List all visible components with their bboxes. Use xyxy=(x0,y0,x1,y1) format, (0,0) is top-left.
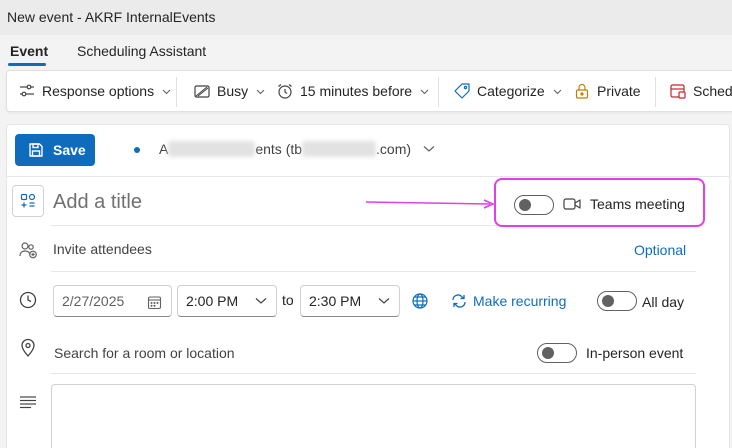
apps-icon xyxy=(20,193,36,208)
location-input[interactable]: Search for a room or location xyxy=(54,345,235,361)
divider xyxy=(51,271,696,272)
categorize-dropdown[interactable]: Categorize xyxy=(453,71,562,111)
tab-scheduling-assistant[interactable]: Scheduling Assistant xyxy=(77,43,206,59)
all-day-toggle[interactable] xyxy=(597,291,637,311)
redacted-text xyxy=(168,141,256,157)
redacted-text xyxy=(302,141,377,157)
save-label: Save xyxy=(53,142,86,158)
make-recurring-button[interactable]: Make recurring xyxy=(473,293,566,309)
clock-icon xyxy=(18,290,38,310)
save-icon xyxy=(29,143,43,157)
start-date-picker[interactable]: 2/27/2025 xyxy=(53,285,172,317)
response-options-button[interactable]: Response options xyxy=(18,71,171,111)
divider xyxy=(6,176,730,177)
optional-attendees-link[interactable]: Optional xyxy=(634,242,686,258)
account-suffix: .com) xyxy=(376,141,412,157)
chevron-down-icon xyxy=(378,297,390,305)
account-prefix: A xyxy=(159,141,169,157)
alarm-clock-icon xyxy=(276,82,294,100)
response-options-icon xyxy=(18,82,36,100)
categorize-label: Categorize xyxy=(477,83,545,99)
tab-event[interactable]: Event xyxy=(10,43,48,59)
in-person-event-label: In-person event xyxy=(586,345,684,361)
teams-meeting-label: Teams meeting xyxy=(590,196,685,212)
ribbon-divider xyxy=(438,77,439,107)
start-time-value: 2:00 PM xyxy=(186,293,239,309)
account-mid: ents (tb xyxy=(255,141,303,157)
toggle-knob xyxy=(542,347,554,359)
active-tab-indicator xyxy=(8,63,46,66)
tab-bar: Event Scheduling Assistant xyxy=(0,35,732,67)
chevron-down-icon xyxy=(256,87,265,96)
chevron-down-icon xyxy=(255,297,267,305)
response-options-label: Response options xyxy=(42,83,155,99)
reminder-label: 15 minutes before xyxy=(300,83,413,99)
calendar-icon xyxy=(147,295,162,310)
chevron-down-icon xyxy=(162,87,171,96)
title-underline xyxy=(51,225,497,226)
calendar-poll-icon xyxy=(669,82,687,100)
in-person-event-toggle[interactable] xyxy=(537,343,577,363)
all-day-label: All day xyxy=(642,294,685,310)
start-time-dropdown[interactable]: 2:00 PM xyxy=(177,285,277,317)
text-lines-icon xyxy=(18,392,38,412)
start-date-value: 2/27/2025 xyxy=(62,293,125,309)
chevron-down-icon xyxy=(423,145,435,153)
end-time-dropdown[interactable]: 2:30 PM xyxy=(300,285,400,317)
location-pin-icon xyxy=(18,338,38,358)
toggle-knob xyxy=(519,199,531,211)
recurring-arrows-icon xyxy=(449,291,469,311)
account-color-dot xyxy=(134,147,140,153)
to-label: to xyxy=(282,292,294,308)
event-type-button[interactable] xyxy=(12,185,44,217)
annotation-arrow xyxy=(366,199,495,209)
title-bar: New event - AKRF InternalEvents xyxy=(0,0,732,35)
time-zone-globe-icon[interactable] xyxy=(410,291,430,311)
scheduling-poll-button[interactable]: Schedu xyxy=(669,71,732,111)
private-label: Private xyxy=(597,83,641,99)
busy-status-icon xyxy=(193,82,211,100)
window-title: New event - AKRF InternalEvents xyxy=(7,9,216,25)
save-button[interactable]: Save xyxy=(15,134,95,166)
private-button[interactable]: Private xyxy=(573,71,641,111)
teams-meeting-toggle[interactable] xyxy=(514,195,554,215)
calendar-account-selector[interactable]: A ents (tb .com) xyxy=(159,141,435,157)
add-people-icon xyxy=(18,240,38,260)
show-as-dropdown[interactable]: Busy xyxy=(193,71,265,111)
ribbon-toolbar: Response options Busy 15 minutes before … xyxy=(6,70,732,112)
scheduling-poll-label: Schedu xyxy=(693,83,732,99)
event-description-editor[interactable] xyxy=(51,384,696,448)
video-camera-icon xyxy=(562,194,582,214)
chevron-down-icon xyxy=(553,87,562,96)
toggle-knob xyxy=(602,295,614,307)
chevron-down-icon xyxy=(420,87,429,96)
lock-icon xyxy=(573,82,591,100)
invite-attendees-input[interactable]: Invite attendees xyxy=(53,241,152,257)
ribbon-divider xyxy=(655,77,656,107)
show-as-label: Busy xyxy=(217,83,249,99)
end-time-value: 2:30 PM xyxy=(309,293,362,309)
reminder-dropdown[interactable]: 15 minutes before xyxy=(276,71,429,111)
tag-icon xyxy=(453,82,471,100)
ribbon-divider xyxy=(176,77,177,107)
divider xyxy=(51,373,696,374)
